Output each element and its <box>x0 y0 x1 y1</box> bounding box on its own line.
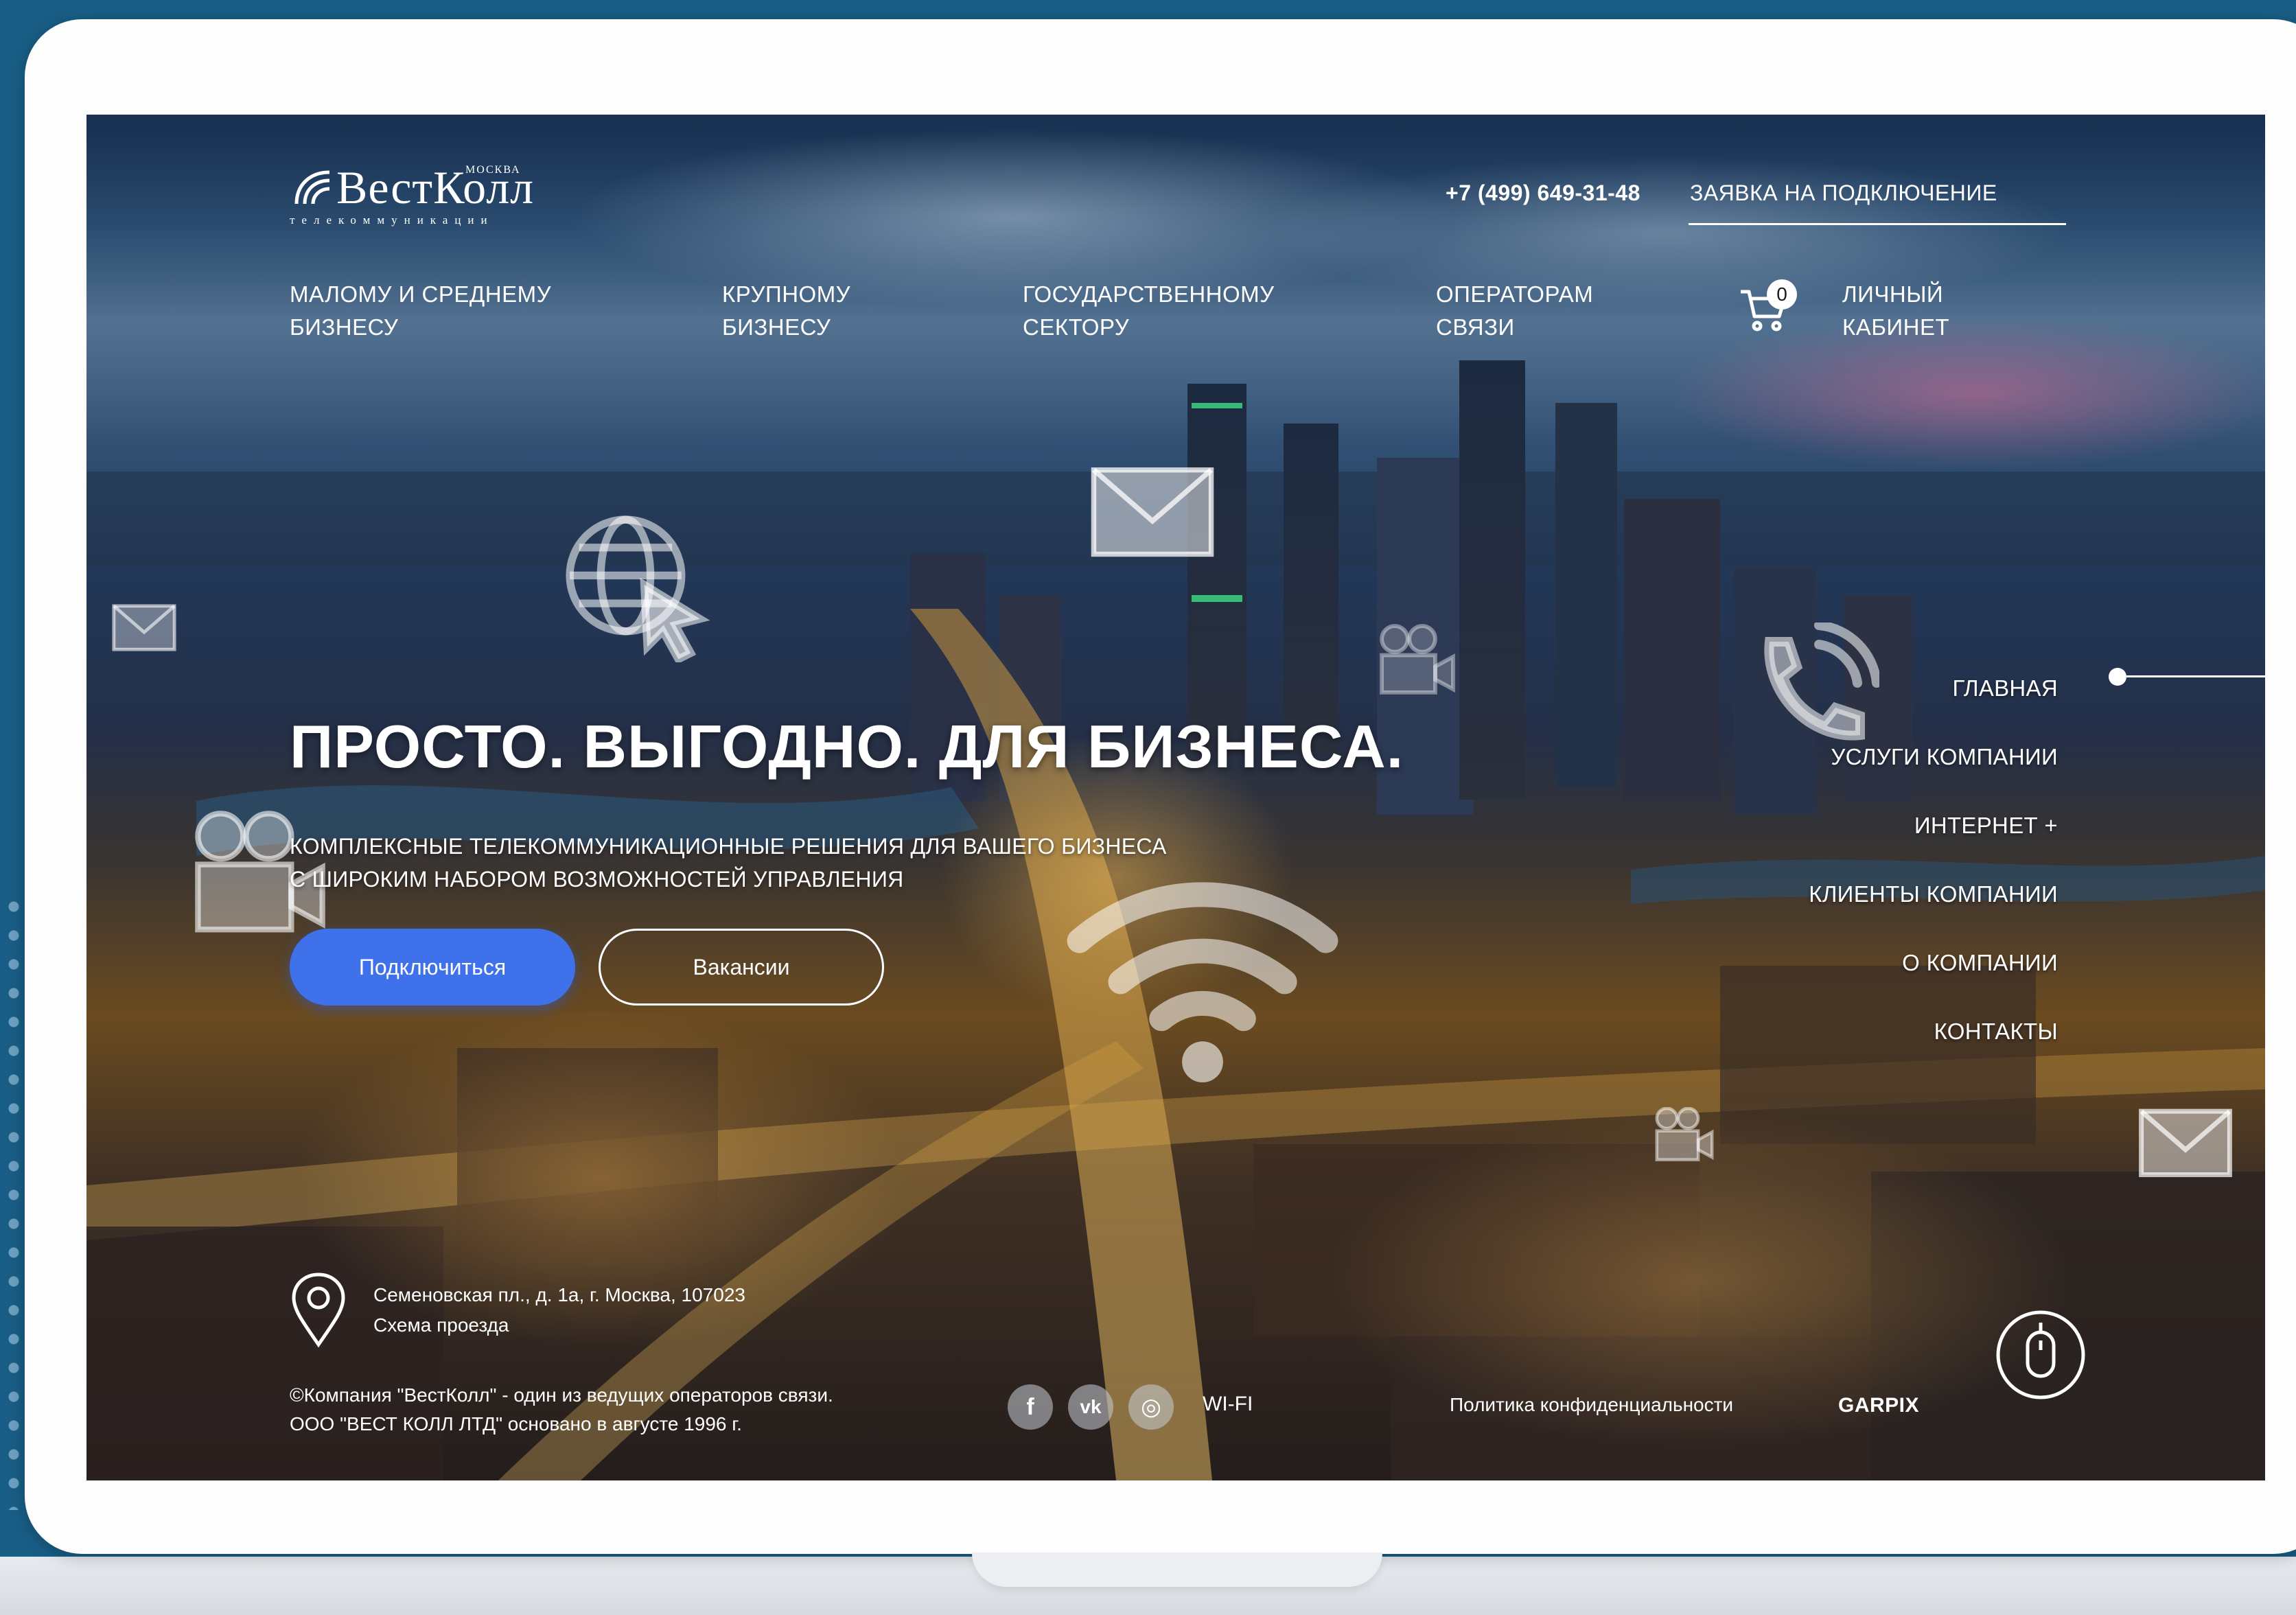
instagram-icon[interactable]: ◎ <box>1128 1384 1174 1430</box>
logo-tagline: телекоммуникации <box>290 213 494 226</box>
nav-small-business[interactable]: МАЛОМУ И СРЕДНЕМУ БИЗНЕСУ <box>290 278 551 344</box>
hero-title: ПРОСТО. ВЫГОДНО. ДЛЯ БИЗНЕСА. <box>290 712 1404 780</box>
developer-link[interactable]: GARPIX <box>1838 1394 1919 1417</box>
side-nav-clients[interactable]: КЛИЕНТЫ КОМПАНИИ <box>1809 860 2058 929</box>
nav-large-business[interactable]: КРУПНОМУ БИЗНЕСУ <box>722 278 850 344</box>
connection-request-link[interactable]: ЗАЯВКА НА ПОДКЛЮЧЕНИЕ <box>1690 181 1997 206</box>
wifi-link[interactable]: WI-FI <box>1203 1393 1253 1416</box>
location-pin-icon <box>292 1273 345 1348</box>
privacy-policy-link[interactable]: Политика конфиденциальности <box>1450 1394 1733 1416</box>
directions-link[interactable]: Схема проезда <box>373 1314 509 1336</box>
side-nav-contacts[interactable]: КОНТАКТЫ <box>1809 997 2058 1066</box>
globe-cursor-icon <box>566 515 710 662</box>
header-phone-link[interactable]: +7 (499) 649-31-48 <box>1446 181 1640 206</box>
laptop-notch <box>972 1553 1382 1587</box>
video-camera-right-icon <box>1655 1107 1714 1161</box>
active-section-line <box>2126 675 2265 677</box>
logo-swirl-icon <box>294 170 330 205</box>
office-address: Семеновская пл., д. 1а, г. Москва, 10702… <box>373 1284 745 1305</box>
vk-icon[interactable]: vk <box>1068 1384 1113 1430</box>
active-section-indicator <box>2109 668 2126 686</box>
copyright-line-1: ©Компания "ВестКолл" - один из ведущих о… <box>290 1384 833 1406</box>
wifi-icon <box>1067 882 1338 1083</box>
envelope-icon <box>1091 467 1214 557</box>
side-nav-home[interactable]: ГЛАВНАЯ <box>1809 654 2058 723</box>
company-logo[interactable]: ВестКолл МОСКВА телекоммуникации <box>290 160 533 229</box>
nav-government-sector[interactable]: ГОСУДАРСТВЕННОМУ СЕКТОРУ <box>1023 278 1275 344</box>
scroll-mouse-icon[interactable] <box>1995 1309 2087 1401</box>
envelope-small-icon <box>112 604 176 651</box>
request-underline <box>1689 223 2066 225</box>
vacancies-button[interactable]: Вакансии <box>599 929 884 1006</box>
copyright-line-2: ООО "ВЕСТ КОЛЛ ЛТД" основано в августе 1… <box>290 1413 742 1434</box>
nav-personal-account[interactable]: ЛИЧНЫЙ КАБИНЕТ <box>1842 278 1949 344</box>
side-nav-internet-plus[interactable]: ИНТЕРНЕТ + <box>1809 791 2058 860</box>
envelope-right-icon <box>2139 1108 2232 1177</box>
nav-telecom-operators[interactable]: ОПЕРАТОРАМ СВЯЗИ <box>1436 278 1593 344</box>
side-nav-services[interactable]: УСЛУГИ КОМПАНИИ <box>1809 723 2058 791</box>
side-navigation: ГЛАВНАЯ УСЛУГИ КОМПАНИИ ИНТЕРНЕТ + КЛИЕН… <box>1809 654 2058 1066</box>
connect-button[interactable]: Подключиться <box>290 929 575 1006</box>
logo-city: МОСКВА <box>465 164 521 176</box>
cart-count-badge: 0 <box>1767 279 1797 310</box>
website-screen: ВестКолл МОСКВА телекоммуникации +7 (499… <box>86 115 2265 1480</box>
facebook-icon[interactable]: f <box>1008 1384 1053 1430</box>
hero-subtitle: КОМПЛЕКСНЫЕ ТЕЛЕКОММУНИКАЦИОННЫЕ РЕШЕНИЯ… <box>290 834 1167 892</box>
video-camera-small-icon <box>1380 624 1455 695</box>
side-nav-about[interactable]: О КОМПАНИИ <box>1809 929 2058 997</box>
